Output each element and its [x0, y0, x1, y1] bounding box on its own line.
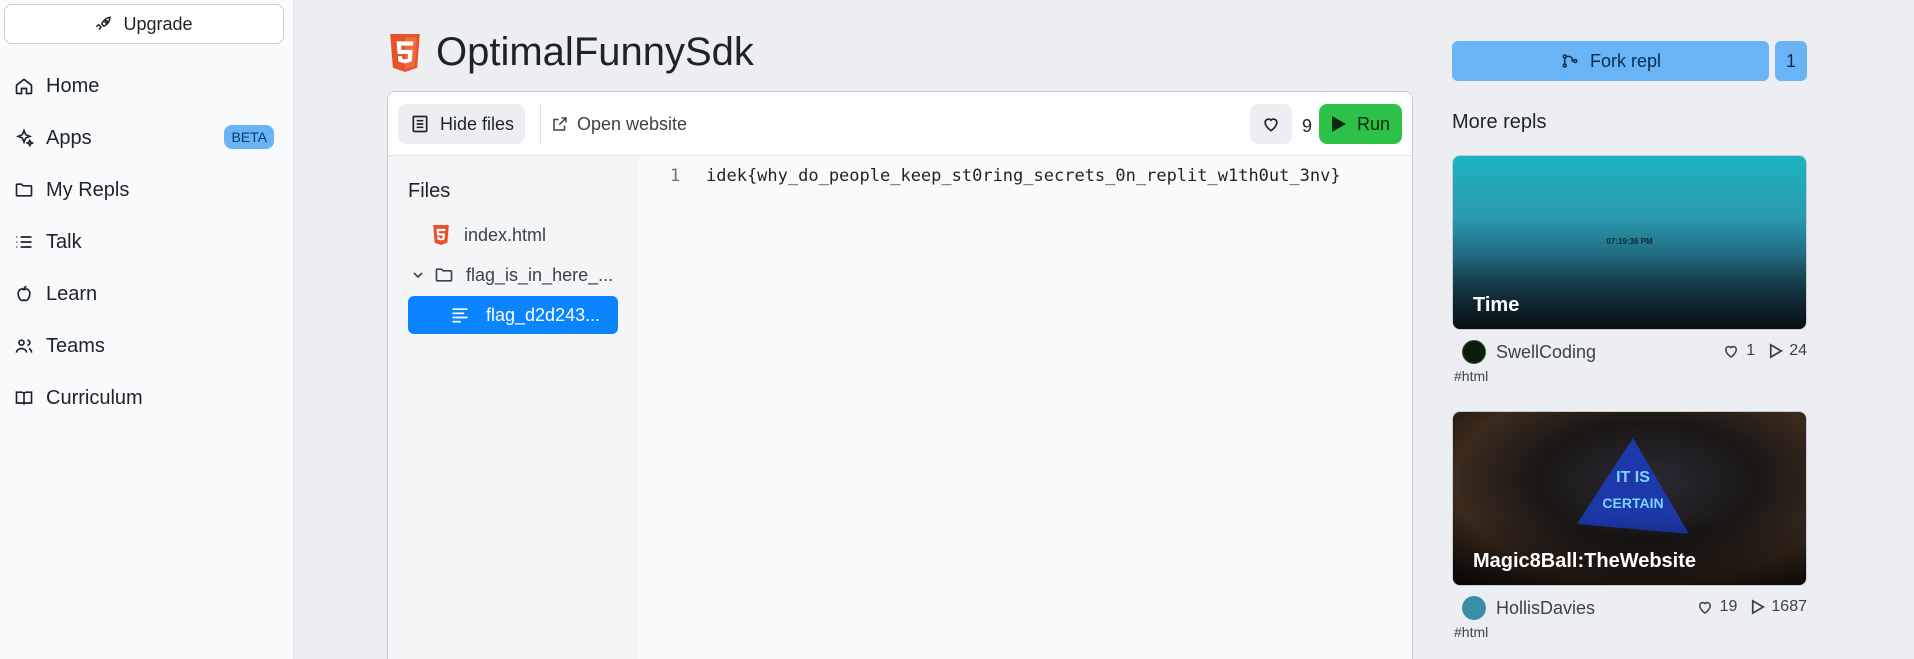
svg-text:CERTAIN: CERTAIN [1602, 495, 1663, 511]
code-editor[interactable]: 1 idek{why_do_people_keep_st0ring_secret… [638, 156, 1412, 659]
heart-icon [1264, 118, 1278, 132]
users-icon [15, 339, 33, 353]
like-button[interactable] [1250, 104, 1292, 144]
repl-card-meta: HollisDavies 19 1687 [1452, 586, 1807, 632]
file-name: flag_d2d243... [486, 304, 601, 325]
file-item[interactable]: index.html [408, 216, 618, 254]
list-icon [16, 236, 32, 248]
heart-icon [1698, 601, 1711, 614]
avatar [1462, 596, 1486, 620]
sidebar-item-label: Curriculum [46, 386, 143, 409]
editor-toolbar: Hide files Open website 9 Run [388, 92, 1412, 156]
sidebar-item-teams[interactable]: Teams [0, 320, 294, 372]
beta-badge: BETA [224, 125, 274, 149]
folder-icon [15, 183, 33, 197]
sidebar-item-label: Talk [46, 230, 82, 253]
repl-header: OptimalFunnySdk [388, 30, 754, 75]
rocket-icon [96, 16, 112, 30]
play-outline-icon [1770, 343, 1784, 359]
files-title: Files [408, 180, 451, 202]
like-count: 9 [1301, 116, 1312, 136]
folder-item[interactable]: flag_is_in_here_... [408, 256, 618, 294]
author[interactable]: SwellCoding [1462, 340, 1596, 364]
repl-card[interactable]: IT IS CERTAIN Magic8Ball:TheWebsite Holl… [1452, 411, 1807, 640]
author-name: SwellCoding [1496, 341, 1597, 362]
fork-label: Fork repl [1589, 50, 1661, 71]
sidebar-item-label: My Repls [46, 178, 130, 201]
clock-text: 07:19:36 PM [1606, 237, 1653, 246]
repl-stats: 19 1687 [1696, 598, 1807, 616]
editor-panel: Hide files Open website 9 Run Files inde… [387, 91, 1413, 659]
run-count: 1687 [1771, 598, 1807, 615]
repl-card-meta: SwellCoding 1 24 [1452, 330, 1807, 376]
repl-card-title: Magic8Ball:TheWebsite [1473, 550, 1697, 572]
code-line[interactable]: idek{why_do_people_keep_st0ring_secrets_… [706, 166, 1341, 186]
line-number: 1 [670, 166, 681, 186]
fork-icon [1562, 54, 1578, 68]
repl-thumbnail[interactable]: IT IS CERTAIN Magic8Ball:TheWebsite [1452, 411, 1807, 586]
sidebar-item-curriculum[interactable]: Curriculum [0, 372, 294, 424]
run-count: 24 [1789, 342, 1807, 359]
book-icon [15, 391, 33, 405]
run-button[interactable]: Run [1319, 104, 1402, 144]
repl-card-title: Time [1473, 294, 1520, 316]
repl-card[interactable]: 07:19:36 PM Time SwellCoding 1 24 #html [1452, 155, 1807, 384]
repl-stats: 1 24 [1722, 342, 1807, 360]
like-count: 1 [1746, 342, 1756, 359]
apps-icon [15, 128, 34, 148]
heart-icon [1725, 345, 1738, 358]
html5-icon [390, 33, 420, 72]
upgrade-button[interactable]: Upgrade [4, 4, 284, 44]
home-icon [15, 78, 33, 95]
sidebar-toggle-icon [412, 115, 428, 133]
sidebar-item-label: Teams [46, 334, 105, 357]
hide-files-button[interactable]: Hide files [398, 104, 525, 144]
file-item-selected[interactable]: flag_d2d243... [408, 296, 618, 334]
hide-files-label: Hide files [440, 113, 515, 134]
sidebar-item-label: Apps [46, 126, 92, 149]
svg-text:IT IS: IT IS [1616, 469, 1650, 486]
page-title: OptimalFunnySdk [436, 30, 754, 74]
sidebar: Upgrade Home Apps BETA My Repls Talk Lea… [0, 0, 294, 659]
html5-icon [433, 225, 449, 245]
sidebar-item-my-repls[interactable]: My Repls [0, 164, 294, 216]
sidebar-nav: Home Apps BETA My Repls Talk Learn Teams… [0, 60, 294, 424]
author-name: HollisDavies [1496, 597, 1596, 618]
like-count: 19 [1719, 598, 1738, 615]
avatar [1462, 340, 1486, 364]
sidebar-item-learn[interactable]: Learn [0, 268, 294, 320]
author[interactable]: HollisDavies [1462, 596, 1595, 620]
apple-icon [17, 285, 31, 302]
folder-icon [435, 268, 453, 282]
play-outline-icon [1752, 599, 1766, 615]
toolbar-divider [540, 104, 541, 144]
sidebar-item-label: Learn [46, 282, 98, 305]
more-repls-title: More repls [1452, 111, 1547, 133]
folder-name: flag_is_in_here_... [466, 264, 614, 285]
text-file-icon [452, 308, 468, 323]
repl-thumbnail[interactable]: 07:19:36 PM Time [1452, 155, 1807, 330]
run-label: Run [1356, 113, 1391, 134]
sidebar-item-home[interactable]: Home [0, 60, 294, 112]
chevron-down-icon[interactable] [410, 267, 426, 283]
sidebar-item-talk[interactable]: Talk [0, 216, 294, 268]
open-website-label: Open website [577, 113, 688, 134]
sidebar-item-apps[interactable]: Apps BETA [0, 112, 294, 164]
open-website-link[interactable]: Open website [551, 104, 687, 144]
files-pane: Files index.html flag_is_in_here_... fla… [388, 156, 638, 659]
file-name: index.html [464, 224, 547, 245]
play-icon [1331, 116, 1346, 132]
fork-count[interactable]: 1 [1775, 41, 1807, 81]
upgrade-label: Upgrade [123, 13, 193, 34]
fork-repl-button[interactable]: Fork repl [1452, 41, 1769, 81]
sidebar-item-label: Home [46, 74, 100, 97]
external-link-icon [553, 117, 567, 131]
